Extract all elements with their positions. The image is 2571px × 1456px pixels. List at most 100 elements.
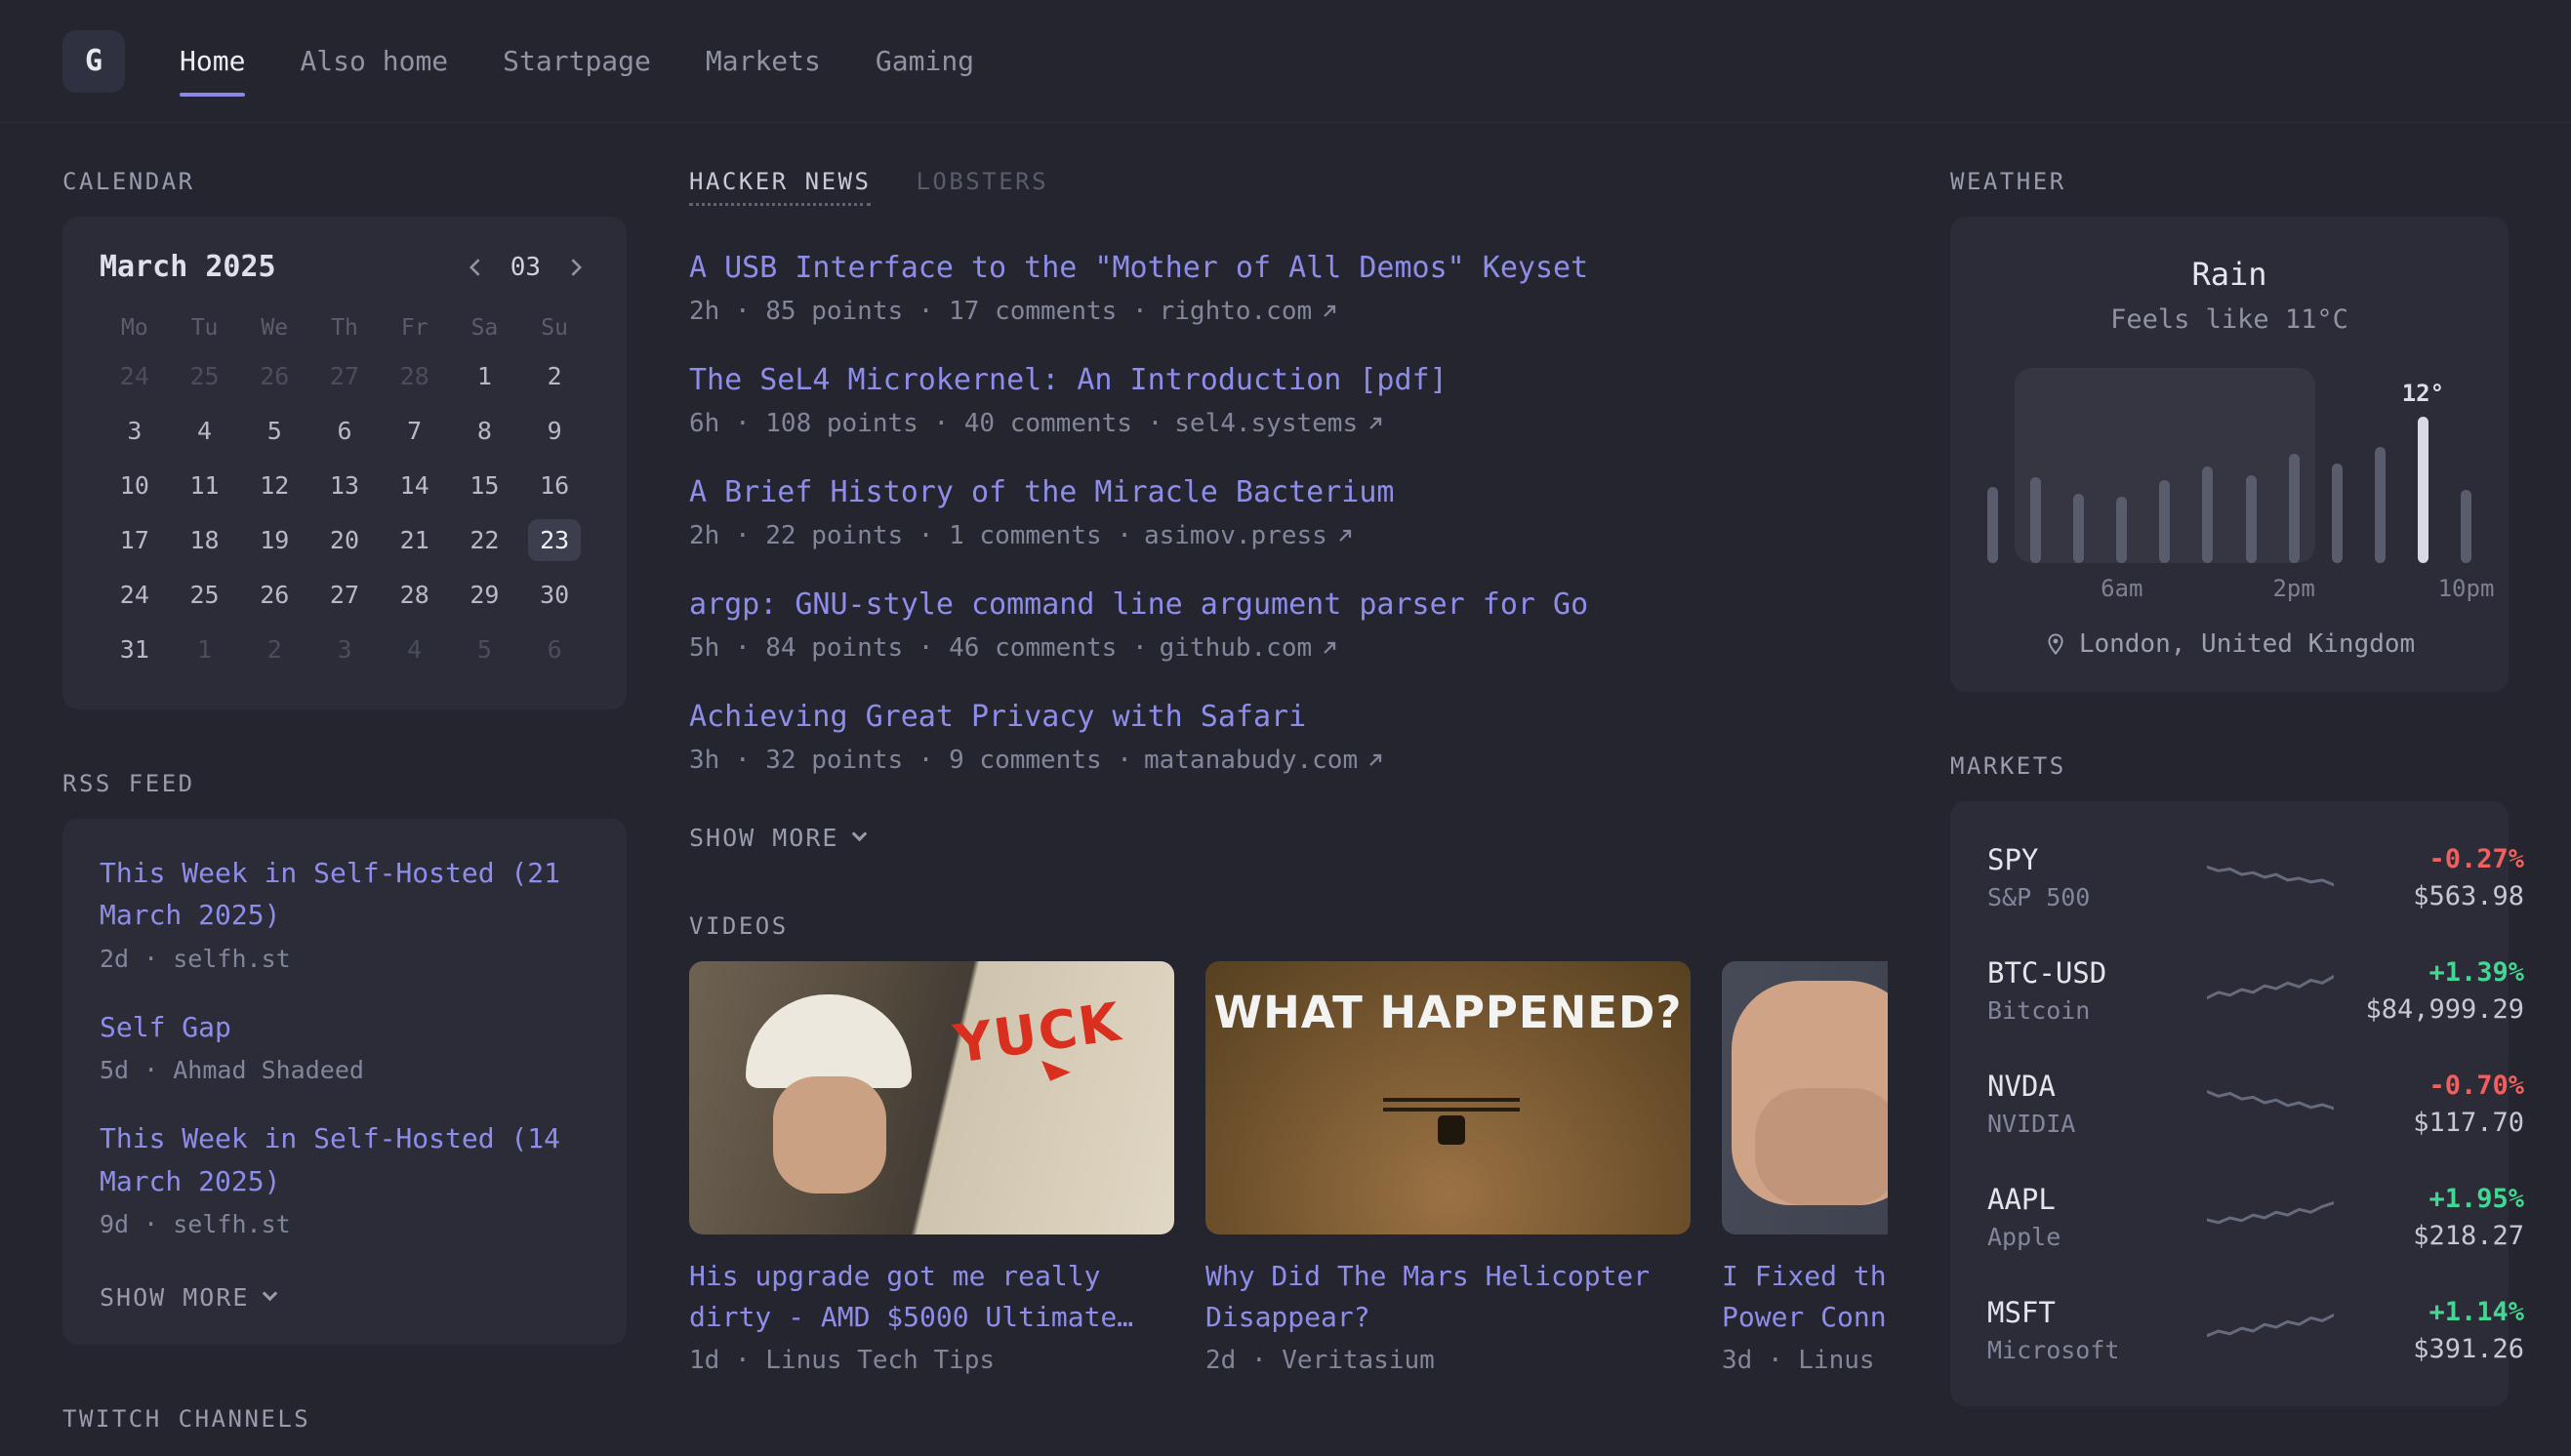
calendar-day[interactable]: 13 [309, 458, 380, 512]
news-feed-tabs: HACKER NEWS LOBSTERS [689, 168, 1888, 206]
news-item-source-link[interactable]: github.com [1160, 633, 1340, 663]
news-item-source-link[interactable]: sel4.systems [1174, 409, 1385, 438]
video-card[interactable]: WHAT HAPPENED? Why Did The Mars Helicopt… [1205, 961, 1691, 1375]
calendar-day[interactable]: 26 [239, 567, 309, 622]
calendar-day[interactable]: 14 [380, 458, 450, 512]
video-thumbnail[interactable]: YUCK [689, 961, 1174, 1234]
calendar-day[interactable]: 15 [450, 458, 520, 512]
calendar-day[interactable]: 27 [309, 348, 380, 403]
news-item-source: asimov.press [1144, 521, 1327, 550]
video-card[interactable]: DO TH I Fixed the 5 Power Connect 3d · L… [1722, 961, 1888, 1375]
calendar-day[interactable]: 21 [380, 512, 450, 567]
nav-tab-gaming[interactable]: Gaming [876, 0, 974, 122]
weather-time-labels: 6am2pm10pm [1987, 575, 2471, 604]
calendar-day[interactable]: 6 [519, 622, 590, 676]
calendar-day[interactable]: 2 [239, 622, 309, 676]
calendar-day[interactable]: 3 [309, 622, 380, 676]
calendar-day[interactable]: 3 [100, 403, 170, 458]
calendar-day[interactable]: 2 [519, 348, 590, 403]
rss-item-title[interactable]: Self Gap [100, 1006, 590, 1048]
news-item-source-link[interactable]: asimov.press [1144, 521, 1355, 550]
calendar-next-button[interactable] [560, 253, 590, 282]
calendar-day[interactable]: 30 [519, 567, 590, 622]
calendar-day[interactable]: 7 [380, 403, 450, 458]
calendar-day[interactable]: 5 [450, 622, 520, 676]
rss-item-meta: 2d · selfh.st [100, 945, 590, 973]
nav-tab-also-home[interactable]: Also home [300, 0, 448, 122]
video-thumbnail[interactable]: DO TH [1722, 961, 1888, 1234]
news-item-title[interactable]: argp: GNU-style command line argument pa… [689, 587, 1888, 622]
calendar-day[interactable]: 1 [170, 622, 240, 676]
market-quote: +1.39% $84,999.29 [2334, 957, 2524, 1025]
calendar-day-number: 26 [248, 355, 301, 397]
calendar-day-number: 10 [108, 465, 161, 506]
tab-hacker-news[interactable]: HACKER NEWS [689, 168, 871, 206]
market-row-msft[interactable]: MSFT Microsoft +1.14% $391.26 [1987, 1274, 2471, 1387]
market-identity: BTC-USD Bitcoin [1987, 956, 2207, 1025]
market-row-spy[interactable]: SPY S&P 500 -0.27% $563.98 [1987, 821, 2471, 934]
calendar-day-number: 31 [108, 628, 161, 670]
calendar-day[interactable]: 23 [519, 512, 590, 567]
calendar-day[interactable]: 25 [170, 567, 240, 622]
calendar-day[interactable]: 12 [239, 458, 309, 512]
calendar-day[interactable]: 26 [239, 348, 309, 403]
rss-item-title[interactable]: This Week in Self-Hosted (14 March 2025) [100, 1117, 590, 1202]
news-item-title[interactable]: Achieving Great Privacy with Safari [689, 700, 1888, 734]
news-item-title[interactable]: The SeL4 Microkernel: An Introduction [p… [689, 363, 1888, 397]
calendar-day[interactable]: 19 [239, 512, 309, 567]
calendar-day[interactable]: 9 [519, 403, 590, 458]
market-row-nvda[interactable]: NVDA NVIDIA -0.70% $117.70 [1987, 1047, 2471, 1160]
calendar-day[interactable]: 24 [100, 348, 170, 403]
calendar-day[interactable]: 20 [309, 512, 380, 567]
calendar-day[interactable]: 24 [100, 567, 170, 622]
calendar-day[interactable]: 1 [450, 348, 520, 403]
rss-item-title[interactable]: This Week in Self-Hosted (21 March 2025) [100, 852, 590, 937]
tab-lobsters[interactable]: LOBSTERS [916, 168, 1048, 203]
news-show-more-button[interactable]: SHOW MORE [689, 824, 865, 852]
calendar-day[interactable]: 17 [100, 512, 170, 567]
calendar-day[interactable]: 18 [170, 512, 240, 567]
calendar-day-number: 6 [318, 410, 371, 452]
calendar-day[interactable]: 16 [519, 458, 590, 512]
calendar-day[interactable]: 4 [170, 403, 240, 458]
market-row-aapl[interactable]: AAPL Apple +1.95% $218.27 [1987, 1160, 2471, 1274]
calendar-prev-button[interactable] [462, 253, 491, 282]
market-row-btc-usd[interactable]: BTC-USD Bitcoin +1.39% $84,999.29 [1987, 934, 2471, 1047]
nav-tab-home[interactable]: Home [180, 0, 245, 122]
calendar-day[interactable]: 10 [100, 458, 170, 512]
market-symbol: BTC-USD [1987, 956, 2207, 990]
calendar-day[interactable]: 28 [380, 348, 450, 403]
video-card[interactable]: YUCK His upgrade got me really dirty - A… [689, 961, 1174, 1375]
news-feed-tab-label: HACKER NEWS [689, 168, 871, 195]
market-price: $391.26 [2334, 1334, 2524, 1364]
market-change: +1.14% [2334, 1297, 2524, 1327]
market-name: Bitcoin [1987, 996, 2207, 1025]
calendar-widget: March 2025 03 MoTuWeThFrSaSu 24252627281… [62, 217, 627, 709]
calendar-day[interactable]: 25 [170, 348, 240, 403]
nav-tab-startpage[interactable]: Startpage [503, 0, 651, 122]
calendar-day[interactable]: 6 [309, 403, 380, 458]
calendar-day[interactable]: 22 [450, 512, 520, 567]
calendar-day[interactable]: 27 [309, 567, 380, 622]
calendar-day[interactable]: 29 [450, 567, 520, 622]
news-item-stats: 2h · 85 points · 17 comments · [689, 297, 1148, 326]
video-title[interactable]: Why Did The Mars Helicopter Disappear? [1205, 1256, 1691, 1338]
video-title[interactable]: His upgrade got me really dirty - AMD $5… [689, 1256, 1174, 1338]
app-logo[interactable]: G [62, 30, 125, 93]
rss-show-more-button[interactable]: SHOW MORE [100, 1283, 275, 1312]
calendar-day[interactable]: 5 [239, 403, 309, 458]
video-thumbnail[interactable]: WHAT HAPPENED? [1205, 961, 1691, 1234]
calendar-day[interactable]: 11 [170, 458, 240, 512]
news-item-title[interactable]: A Brief History of the Miracle Bacterium [689, 475, 1888, 509]
calendar-day[interactable]: 4 [380, 622, 450, 676]
calendar-day-number: 24 [108, 574, 161, 616]
news-item-title[interactable]: A USB Interface to the "Mother of All De… [689, 251, 1888, 285]
nav-tab-markets[interactable]: Markets [706, 0, 821, 122]
news-item-source-link[interactable]: righto.com [1160, 297, 1340, 326]
rss-item-meta: 5d · Ahmad Shadeed [100, 1056, 590, 1084]
calendar-day[interactable]: 28 [380, 567, 450, 622]
news-item-source-link[interactable]: matanabudy.com [1144, 746, 1385, 775]
calendar-day[interactable]: 8 [450, 403, 520, 458]
calendar-day[interactable]: 31 [100, 622, 170, 676]
video-title[interactable]: I Fixed the 5 Power Connect [1722, 1256, 1888, 1338]
